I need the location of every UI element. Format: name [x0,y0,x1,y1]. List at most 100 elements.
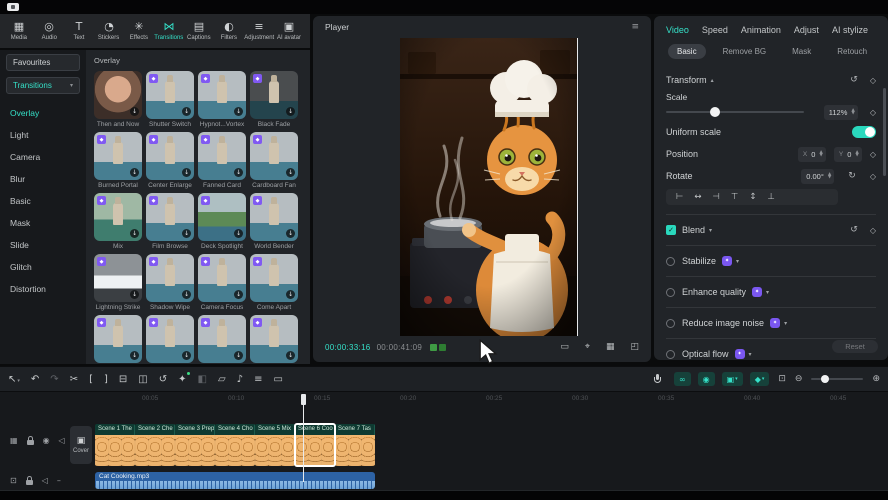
sidebar-item-overlay[interactable]: Overlay [6,102,80,124]
transition-thumbnail[interactable]: ◆↓ [198,193,246,241]
rotate-90-icon[interactable]: ↻ [848,171,856,181]
sidebar-item-distortion[interactable]: Distortion [6,278,80,300]
enhance-checkbox[interactable] [666,288,675,297]
keyframe-icon[interactable]: ◇ [870,150,876,159]
topbar-item-effects[interactable]: ✳Effects [124,21,154,41]
download-icon[interactable]: ↓ [130,351,139,360]
ratio-icon[interactable]: ▭ [560,342,569,352]
download-icon[interactable]: ↓ [234,351,243,360]
topbar-item-audio[interactable]: ◎Audio [34,21,64,41]
sidebar-item-basic[interactable]: Basic [6,190,80,212]
preview-monitor-icon[interactable]: ⊡ [778,374,786,384]
download-icon[interactable]: ↓ [130,168,139,177]
timeline-clip[interactable]: Scene 2 Che [135,424,175,466]
download-icon[interactable]: ↓ [286,290,295,299]
duplicate-button[interactable]: ◫ [138,374,147,385]
keyframe-icon[interactable]: ◇ [870,226,876,235]
track-type-icon[interactable]: ▦ [10,436,18,445]
transition-card[interactable]: ◆↓Camera Focus [198,254,246,311]
playhead-line[interactable] [303,394,304,482]
timeline-zoom-slider[interactable] [811,378,863,380]
transition-card[interactable]: ◆↓Shutter Switch [146,71,194,128]
topbar-item-text[interactable]: TText [64,21,94,41]
chevron-down-icon[interactable]: ▾ [766,289,769,296]
download-icon[interactable]: ↓ [286,107,295,116]
transition-thumbnail[interactable]: ◆↓ [198,254,246,302]
timeline-clip[interactable]: Scene 5 Mix [255,424,295,466]
slider-knob[interactable] [710,107,720,117]
align-right-icon[interactable]: ⊣ [713,192,720,202]
stepper-icon[interactable]: ▲▼ [828,173,831,180]
transition-card[interactable]: ◆↓Lightning Strike [94,254,142,311]
cover-button[interactable]: ▣ Cover [70,426,92,464]
topbar-item-media[interactable]: ▦Media [4,21,34,41]
download-icon[interactable]: ↓ [234,168,243,177]
topbar-item-captions[interactable]: ▤Captions [184,21,214,41]
transition-card[interactable]: ◆↓Film Browse [146,193,194,250]
subtab-retouch[interactable]: Retouch [828,44,876,59]
sidebar-item-glitch[interactable]: Glitch [6,256,80,278]
transition-card[interactable]: ◆↓World Bender [250,193,298,250]
audio-clip[interactable]: Cat Cooking.mp3 [95,472,375,489]
denoise-checkbox[interactable] [666,319,675,328]
align-middle-icon[interactable]: ↕ [749,192,756,202]
stepper-icon[interactable]: ▲▼ [855,151,858,158]
transition-card[interactable]: ◆↓Shadow Wipe [146,254,194,311]
subtab-mask[interactable]: Mask [783,44,820,59]
favorites-button[interactable]: Favourites [6,54,80,71]
lock-icon[interactable] [27,440,34,445]
transition-card[interactable]: ◆↓Cardboard Fan [250,132,298,189]
mirror-preview-icon[interactable]: ⌖ [585,342,590,352]
transition-thumbnail[interactable]: ◆↓ [146,132,194,180]
topbar-item-ai-avatar[interactable]: ▣AI avatar [274,21,304,41]
link-toggle[interactable]: ∞ [674,372,691,386]
mute-icon[interactable]: ◁ [42,476,48,485]
download-icon[interactable]: ↓ [286,229,295,238]
transition-card[interactable]: ◆↓Black Fade [250,71,298,128]
download-icon[interactable]: ↓ [234,229,243,238]
transition-card[interactable]: ◆↓ [146,315,194,363]
timeline-clip[interactable]: Scene 6 Coo [295,424,335,466]
keyframe-icon[interactable]: ◇ [870,76,876,85]
keyframe-icon[interactable]: ◇ [870,108,876,117]
rotate-value-box[interactable]: 0.00° ▲▼ [801,169,834,184]
blend-checkbox[interactable]: ✓ [666,225,676,235]
undo-button[interactable]: ↶ [31,374,39,385]
download-icon[interactable]: ↓ [130,229,139,238]
stepper-icon[interactable]: ▲▼ [819,151,822,158]
position-y-box[interactable]: Y 0 ▲▼ [834,147,862,162]
timeline-clip[interactable]: Scene 1 The S [95,424,135,466]
transition-thumbnail[interactable]: ◆↓ [94,254,142,302]
delete-button[interactable]: ⊟ [119,374,127,385]
transition-thumbnail[interactable]: ◆↓ [198,71,246,119]
download-icon[interactable]: ↓ [182,351,191,360]
position-x-box[interactable]: X 0 ▲▼ [798,147,826,162]
scale-slider[interactable] [666,111,804,113]
record-icon[interactable]: ⊡ [10,476,17,485]
preview-toggle[interactable]: ▣ ▾ [722,372,743,386]
display-mode-button[interactable]: ▭ [273,374,282,385]
timeline-clip[interactable]: Scene 3 Prep [175,424,215,466]
tab-speed[interactable]: Speed [702,25,728,35]
subtab-basic[interactable]: Basic [668,44,706,59]
transition-card[interactable]: ◆↓ [94,315,142,363]
align-left-icon[interactable]: ⊢ [676,192,683,202]
stepper-icon[interactable]: ▲▼ [851,109,854,116]
hide-icon[interactable]: ◉ [43,436,50,445]
chevron-down-icon[interactable]: ▾ [736,258,739,265]
transition-card[interactable]: ◆↓Come Apart [250,254,298,311]
zoom-in-icon[interactable]: ⊕ [872,374,880,384]
reset-icon[interactable]: ↺ [850,75,858,85]
sidebar-item-blur[interactable]: Blur [6,168,80,190]
adjust-tool-button[interactable]: ≡ [254,374,262,385]
crop-button[interactable]: ▱ [218,374,226,385]
download-icon[interactable]: ↓ [286,168,295,177]
mute-icon[interactable]: ◁ [59,436,65,445]
transition-card[interactable]: ◆↓Mix [94,193,142,250]
resize-icon[interactable]: – [57,476,61,485]
transition-thumbnail[interactable]: ◆↓ [250,71,298,119]
download-icon[interactable]: ↓ [182,107,191,116]
topbar-item-adjustment[interactable]: ≡Adjustment [244,21,274,41]
transition-thumbnail[interactable]: ◆↓ [250,254,298,302]
sidebar-item-light[interactable]: Light [6,124,80,146]
